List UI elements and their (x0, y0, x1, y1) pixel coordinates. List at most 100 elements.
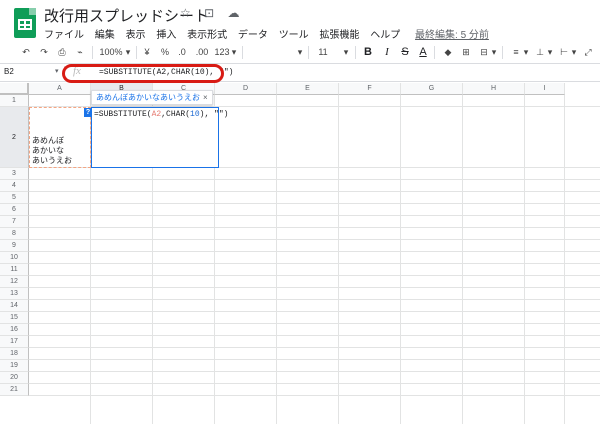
more-formats-button[interactable]: 123 (214, 46, 230, 59)
row-header[interactable]: 3 (0, 168, 29, 180)
merge-cells-icon[interactable]: ⊟ (478, 46, 490, 59)
row-header[interactable]: 16 (0, 324, 29, 336)
fill-color-icon[interactable]: ◆ (442, 46, 454, 59)
menu-insert[interactable]: 挿入 (156, 26, 176, 41)
column-header[interactable]: F (339, 83, 401, 95)
spreadsheet-grid[interactable]: ABCDEFGHI 1 2 3 4 5 6 7 8 9 10 11 12 13 14 15 16 17 18 19 2… (0, 83, 600, 424)
row-header[interactable]: 4 (0, 180, 29, 192)
row-header[interactable]: 21 (0, 384, 29, 396)
row-gridline (29, 311, 600, 312)
text-rotation-icon[interactable]: ⤢ (582, 46, 594, 59)
chevron-down-icon[interactable]: ▾ (522, 46, 530, 59)
select-all-corner[interactable] (0, 83, 29, 95)
currency-format-button[interactable]: ¥ (142, 46, 152, 59)
column-gridline (338, 95, 339, 424)
row-header[interactable]: 20 (0, 372, 29, 384)
menu-format[interactable]: 表示形式 (187, 26, 227, 41)
row-gridline (29, 203, 600, 204)
row-header[interactable]: 14 (0, 300, 29, 312)
row-header[interactable]: 12 (0, 276, 29, 288)
last-edit-link[interactable]: 最終編集: 5 分前 (415, 26, 489, 41)
formula-cell-reference: A2 (151, 110, 162, 119)
redo-icon[interactable]: ↷ (38, 46, 50, 59)
row-header[interactable]: 15 (0, 312, 29, 324)
text-wrap-icon[interactable]: ⊢ (558, 46, 570, 59)
menu-bar: ファイル 編集 表示 挿入 表示形式 データ ツール 拡張機能 ヘルプ 最終編集… (44, 26, 497, 41)
menu-tools[interactable]: ツール (279, 26, 309, 41)
chevron-down-icon[interactable]: ▾ (342, 46, 350, 59)
font-select[interactable] (248, 46, 298, 59)
row-gridline (29, 227, 600, 228)
increase-decimal-button[interactable]: .00 (194, 46, 210, 59)
strikethrough-button[interactable]: S (400, 46, 410, 59)
row-header[interactable]: 17 (0, 336, 29, 348)
cloud-status-icon[interactable]: ☁ (228, 6, 240, 20)
column-header[interactable]: H (463, 83, 525, 95)
print-icon[interactable]: ⎙ (56, 46, 68, 59)
row-header[interactable]: 1 (0, 95, 29, 107)
column-header[interactable]: E (277, 83, 339, 95)
formula-help-icon[interactable]: ? (84, 108, 92, 117)
sheets-logo-icon[interactable] (14, 8, 36, 38)
chevron-down-icon[interactable]: ▾ (490, 46, 498, 59)
toolbar: ↶ ↷ ⎙ ⌁ 100% ▾ ¥ % .0 .00 123 ▾ ▾ 11 ▾ B… (0, 42, 600, 62)
decrease-decimal-button[interactable]: .0 (176, 46, 188, 59)
undo-icon[interactable]: ↶ (20, 46, 32, 59)
column-gridline (276, 95, 277, 424)
text-color-button[interactable]: A (418, 46, 428, 59)
row-header[interactable]: 18 (0, 348, 29, 360)
row-header[interactable]: 6 (0, 204, 29, 216)
cell-b2-formula[interactable]: =SUBSTITUTE(A2,CHAR(10), "") (94, 110, 228, 119)
zoom-select[interactable]: 100% (98, 46, 124, 59)
row-gridline (29, 239, 600, 240)
row-header[interactable]: 7 (0, 216, 29, 228)
chevron-down-icon[interactable]: ▾ (546, 46, 554, 59)
font-size-select[interactable]: 11 (316, 46, 330, 59)
column-header[interactable]: I (525, 83, 565, 95)
chevron-down-icon[interactable]: ▾ (570, 46, 578, 59)
cell-a2-line: あいうえお (32, 156, 72, 165)
row-gridline (29, 335, 600, 336)
column-header[interactable]: A (29, 83, 91, 95)
chevron-down-icon[interactable]: ▾ (296, 46, 304, 59)
row-gridline (29, 395, 600, 396)
row-header[interactable]: 9 (0, 240, 29, 252)
move-folder-icon[interactable]: ⊡ (204, 6, 214, 20)
chevron-down-icon[interactable]: ▾ (124, 46, 132, 59)
column-header[interactable]: D (215, 83, 277, 95)
paint-format-icon[interactable]: ⌁ (74, 46, 86, 59)
menu-help[interactable]: ヘルプ (370, 26, 400, 41)
menu-edit[interactable]: 編集 (95, 26, 115, 41)
borders-icon[interactable]: ⊞ (460, 46, 472, 59)
toolbar-divider (136, 46, 137, 59)
menu-view[interactable]: 表示 (126, 26, 146, 41)
row-header[interactable]: 11 (0, 264, 29, 276)
chevron-down-icon[interactable]: ▾ (55, 67, 59, 75)
row-gridline (29, 359, 600, 360)
row-gridline (29, 371, 600, 372)
row-header[interactable]: 10 (0, 252, 29, 264)
row-header[interactable]: 19 (0, 360, 29, 372)
cell-a2[interactable]: あめんぼ あかいな あいうえお (32, 136, 72, 166)
menu-extensions[interactable]: 拡張機能 (319, 26, 359, 41)
menu-data[interactable]: データ (238, 26, 268, 41)
row-header[interactable]: 13 (0, 288, 29, 300)
italic-button[interactable]: I (382, 46, 392, 59)
cell-b2-editor[interactable]: =SUBSTITUTE(A2,CHAR(10), "") (91, 107, 228, 168)
vertical-align-icon[interactable]: ⊥ (534, 46, 546, 59)
row-header[interactable]: 8 (0, 228, 29, 240)
close-icon[interactable]: × (203, 93, 208, 102)
percent-format-button[interactable]: % (160, 46, 170, 59)
row-header[interactable]: 5 (0, 192, 29, 204)
reference-preview-tooltip: あめんぼあかいなあいうえお × (91, 90, 213, 105)
chevron-down-icon[interactable]: ▾ (230, 46, 238, 59)
toolbar-divider (308, 46, 309, 59)
row-gridline (29, 275, 600, 276)
row-header[interactable]: 2 (0, 107, 29, 168)
column-header[interactable]: G (401, 83, 463, 95)
menu-file[interactable]: ファイル (44, 26, 84, 41)
bold-button[interactable]: B (362, 46, 374, 59)
star-icon[interactable]: ☆ (180, 6, 191, 20)
name-box[interactable]: B2 (4, 67, 14, 76)
horizontal-align-icon[interactable]: ≡ (510, 46, 522, 59)
